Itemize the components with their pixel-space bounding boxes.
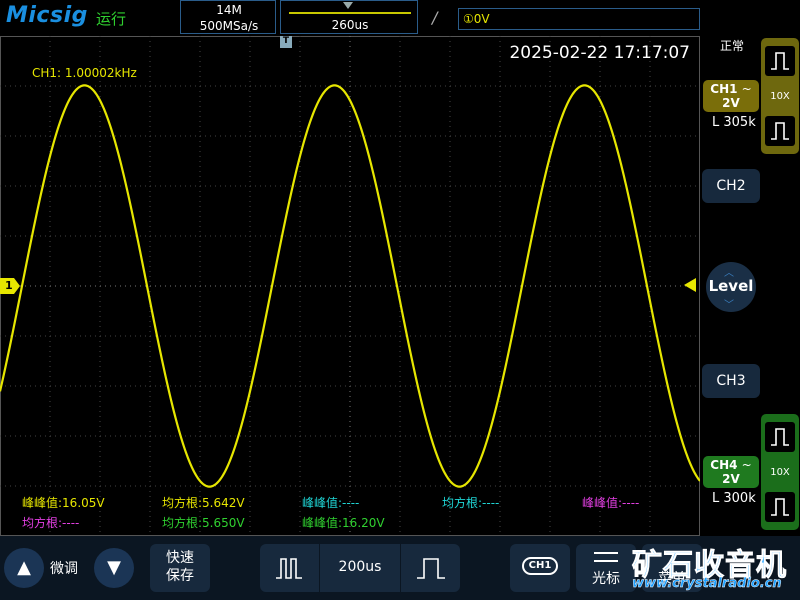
rising-edge-icon[interactable]: / bbox=[432, 8, 437, 27]
trigger-level-marker[interactable] bbox=[684, 278, 696, 292]
horizontal-scale-control: 200us bbox=[260, 544, 460, 592]
quick-save-label-1: 快速 bbox=[166, 550, 194, 566]
ch2-button[interactable]: CH2 bbox=[702, 169, 760, 203]
watermark-url: www.crystalradio.cn bbox=[632, 576, 782, 591]
ch1-scale: 2V bbox=[722, 96, 740, 110]
cursor-button[interactable]: 光标 bbox=[576, 544, 636, 592]
cursor-lines-icon bbox=[594, 552, 618, 562]
oscilloscope-screen: Micsig 运行 14M 500MSa/s 260us / ①0V 2025-… bbox=[0, 0, 800, 600]
trigger-position-indicator bbox=[343, 2, 353, 9]
measurement-ch1-rms: 均方根:5.642V bbox=[162, 496, 245, 510]
sample-rate: 500MSa/s bbox=[199, 19, 259, 33]
top-status-bar: Micsig 运行 14M 500MSa/s 260us / ①0V bbox=[0, 0, 800, 36]
measurement-ch3-vpp: 峰峰值:---- bbox=[582, 496, 640, 510]
horizontal-scale-value: 200us bbox=[338, 559, 382, 575]
acquisition-mode[interactable]: 正常 bbox=[720, 37, 744, 54]
ch1-probe-tab[interactable]: 10X bbox=[761, 38, 799, 154]
frequency-readout: CH1: 1.00002kHz bbox=[32, 66, 137, 80]
waveform-display[interactable]: 2025-02-22 17:17:07 CH1: 1.00002kHz 1 T … bbox=[0, 36, 700, 536]
quick-save-label-2: 保存 bbox=[166, 568, 194, 584]
measurement-ch1-vpp: 峰峰值:16.05V bbox=[22, 496, 105, 510]
trigger-delay: 260us bbox=[331, 18, 369, 32]
fine-down-button[interactable]: ▼ bbox=[94, 548, 134, 588]
compressed-pulse-icon bbox=[276, 558, 302, 579]
memory-depth: 14M bbox=[216, 3, 242, 17]
acquisition-panel[interactable]: 14M 500MSa/s bbox=[180, 0, 276, 34]
measurement-ch4-vpp-wrap: 峰峰值:16.20V bbox=[302, 514, 385, 531]
timebase-panel[interactable]: 260us bbox=[280, 0, 418, 34]
measurement-ch4-rms-wrap: 均方根:5.650V bbox=[162, 514, 245, 531]
fine-adjust-label: 微调 bbox=[50, 561, 78, 577]
memory-window-bar bbox=[289, 12, 411, 14]
measurement-ch2-vpp-wrap: 峰峰值:---- bbox=[302, 494, 359, 511]
run-status[interactable]: 运行 bbox=[96, 8, 126, 29]
level-label: Level bbox=[708, 277, 754, 295]
timebase-faster-button[interactable] bbox=[260, 544, 320, 592]
ch1-attenuation: 10X bbox=[770, 91, 790, 102]
measurement-ch4-rms: 均方根:5.650V bbox=[162, 516, 245, 530]
measurement-row-1: 峰峰值:16.05V bbox=[22, 494, 105, 511]
timebase-slower-button[interactable] bbox=[400, 544, 460, 592]
ch1-name: CH1 bbox=[710, 82, 738, 96]
square-wave-icon bbox=[765, 46, 795, 76]
trigger-panel[interactable]: ①0V bbox=[458, 8, 700, 30]
measurement-ch2-rms: 均方根:---- bbox=[442, 496, 500, 510]
ch1-select-label: CH1 bbox=[522, 557, 558, 575]
fine-up-button[interactable]: ▲ bbox=[4, 548, 44, 588]
ch1-button[interactable]: CH1 ~ 2V bbox=[703, 80, 759, 112]
watermark: 矿石收音机 www.crystalradio.cn bbox=[628, 540, 798, 598]
ch4-button[interactable]: CH4 ~ 2V bbox=[703, 456, 759, 488]
measurement-ch3-vpp-wrap: 峰峰值:---- bbox=[582, 494, 639, 511]
chevron-down-icon: ﹀ bbox=[724, 300, 734, 311]
channel-select-button[interactable]: CH1 bbox=[510, 544, 570, 592]
ch4-probe-info: L 300k bbox=[712, 491, 756, 506]
triangle-down-icon: ▼ bbox=[107, 557, 121, 578]
level-knob[interactable]: ︿ Level ﹀ bbox=[706, 262, 756, 312]
trigger-position-marker[interactable]: T bbox=[280, 36, 292, 48]
ch3-button[interactable]: CH3 bbox=[702, 364, 760, 398]
ch1-probe-info: L 305k bbox=[712, 115, 756, 130]
ch4-probe-tab[interactable]: 10X bbox=[761, 414, 799, 530]
wide-pulse-icon bbox=[417, 558, 445, 579]
ch4-scale: 2V bbox=[722, 472, 740, 486]
ch4-name: CH4 bbox=[710, 458, 738, 472]
triangle-up-icon: ▲ bbox=[17, 557, 31, 578]
square-wave-icon bbox=[765, 116, 795, 146]
ac-coupling-icon: ~ bbox=[741, 458, 752, 472]
graticule bbox=[0, 36, 700, 536]
measurement-ch2-rms-wrap: 均方根:---- bbox=[442, 494, 499, 511]
ac-coupling-icon: ~ bbox=[741, 82, 752, 96]
measurement-ch3-rms-wrap: 均方根:---- bbox=[22, 514, 79, 531]
trigger-level: ①0V bbox=[463, 12, 490, 26]
measurement-ch3-rms: 均方根:---- bbox=[22, 516, 80, 530]
measurement-ch2-vpp: 峰峰值:---- bbox=[302, 496, 360, 510]
timestamp: 2025-02-22 17:17:07 bbox=[509, 43, 690, 63]
measurement-ch4-vpp: 峰峰值:16.20V bbox=[302, 516, 385, 530]
ch4-attenuation: 10X bbox=[770, 467, 790, 478]
square-wave-icon bbox=[765, 422, 795, 452]
measurement-ch1-rms-wrap: 均方根:5.642V bbox=[162, 494, 245, 511]
square-wave-icon bbox=[765, 492, 795, 522]
cursor-label: 光标 bbox=[592, 571, 620, 587]
quick-save-button[interactable]: 快速 保存 bbox=[150, 544, 210, 592]
brand-logo: Micsig bbox=[6, 3, 88, 28]
